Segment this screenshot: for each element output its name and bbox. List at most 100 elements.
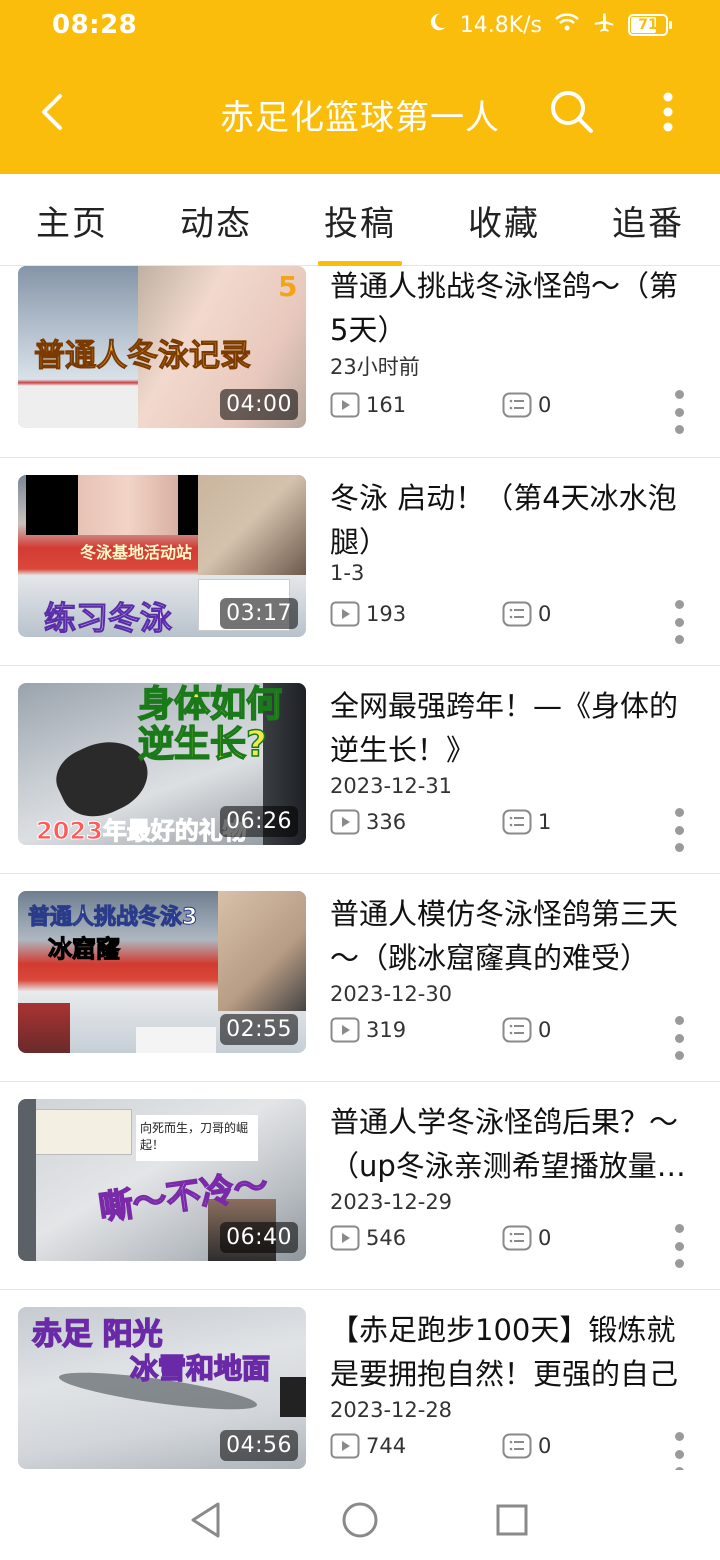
- view-count-value: 336: [366, 810, 407, 834]
- airplane-icon: [592, 11, 616, 39]
- status-icons: 14.8K/s 71: [426, 10, 672, 40]
- search-button[interactable]: [540, 80, 604, 144]
- item-more-button[interactable]: [666, 806, 692, 854]
- list-item[interactable]: 冬泳基地活动站 练习冬泳 03:17 冬泳 启动！（第4天冰水泡腿） 1-3 1…: [0, 458, 720, 666]
- play-count-icon: [330, 1225, 360, 1251]
- thumbnail-caption: 练习冬泳: [43, 599, 173, 638]
- video-thumbnail[interactable]: 赤足 阳光 冰雪和地面 04:56: [18, 1307, 306, 1469]
- list-item[interactable]: 普通人挑战冬泳3 冰窟窿 02:55 普通人模仿冬泳怪鸽第三天～（跳冰窟窿真的难…: [0, 874, 720, 1082]
- back-arrow-icon: [42, 94, 62, 130]
- tab-favorites[interactable]: 收藏: [468, 174, 540, 266]
- more-dot-icon: [674, 1259, 684, 1268]
- video-duration: 04:56: [220, 1430, 298, 1461]
- more-dot-icon: [674, 1051, 684, 1060]
- video-date: 2023-12-28: [330, 1398, 453, 1422]
- thumbnail-subcaption: 冰窟窿: [48, 935, 121, 964]
- view-count-value: 161: [366, 393, 407, 417]
- battery-level: 71: [638, 17, 658, 33]
- video-thumbnail[interactable]: 身体如何逆生长? 2023年最好的礼物 06:26: [18, 683, 306, 845]
- video-title[interactable]: 普通人学冬泳怪鸽后果？～（up冬泳亲测希望播放量高点）: [330, 1100, 692, 1188]
- video-title[interactable]: 全网最强跨年！—《身体的逆生长！》: [330, 684, 692, 772]
- more-dot-icon: [674, 635, 684, 644]
- item-more-button[interactable]: [666, 1222, 692, 1270]
- video-thumbnail[interactable]: 普通人冬泳记录 5 04:00: [18, 266, 306, 428]
- view-count: 161: [330, 392, 406, 418]
- thumbnail-caption: 普通人挑战冬泳3: [27, 905, 198, 931]
- play-count-icon: [330, 809, 360, 835]
- list-item[interactable]: 赤足 阳光 冰雪和地面 04:56 【赤足跑步100天】锻炼就是要拥抱自然！更强…: [0, 1290, 720, 1470]
- video-title[interactable]: 【赤足跑步100天】锻炼就是要拥抱自然！更强的自己: [330, 1308, 692, 1396]
- more-dot-icon: [674, 600, 684, 609]
- moon-icon: [426, 11, 448, 39]
- more-dot-icon: [674, 390, 684, 399]
- video-duration: 06:26: [220, 806, 298, 837]
- item-more-button[interactable]: [666, 1430, 692, 1470]
- comment-icon: [502, 601, 532, 627]
- nav-recents-button[interactable]: [488, 1496, 536, 1544]
- thumbnail-banner: 冬泳基地活动站: [80, 543, 193, 562]
- video-thumbnail[interactable]: 冬泳基地活动站 练习冬泳 03:17: [18, 475, 306, 637]
- comment-count-value: 0: [538, 602, 552, 626]
- comment-icon: [502, 1225, 532, 1251]
- list-item[interactable]: 向死而生，刀哥的崛起！ 嘶～不冷～ 06:40 普通人学冬泳怪鸽后果？～（up冬…: [0, 1082, 720, 1290]
- thumbnail-caption: 身体如何逆生长?: [137, 684, 283, 766]
- more-dot-icon: [674, 808, 684, 817]
- comment-icon: [502, 392, 532, 418]
- more-options-button[interactable]: [642, 80, 694, 144]
- more-vertical-icon: [663, 92, 673, 132]
- more-dot-icon: [674, 1224, 684, 1233]
- video-thumbnail[interactable]: 普通人挑战冬泳3 冰窟窿 02:55: [18, 891, 306, 1053]
- play-count-icon: [330, 601, 360, 627]
- list-item[interactable]: 身体如何逆生长? 2023年最好的礼物 06:26 全网最强跨年！—《身体的逆生…: [0, 666, 720, 874]
- comment-icon: [502, 809, 532, 835]
- comment-count: 0: [502, 1225, 551, 1251]
- nav-back-button[interactable]: [182, 1496, 230, 1544]
- wifi-icon: [554, 11, 580, 39]
- play-count-icon: [330, 1017, 360, 1043]
- view-count-value: 193: [366, 602, 407, 626]
- comment-count-value: 0: [538, 393, 552, 417]
- nav-home-button[interactable]: [336, 1496, 384, 1544]
- video-thumbnail[interactable]: 向死而生，刀哥的崛起！ 嘶～不冷～ 06:40: [18, 1099, 306, 1261]
- tab-bangumi[interactable]: 追番: [612, 174, 684, 266]
- item-more-button[interactable]: [666, 388, 692, 436]
- status-time: 08:28: [52, 10, 138, 40]
- item-more-button[interactable]: [666, 1014, 692, 1062]
- comment-count: 0: [502, 601, 551, 627]
- play-count-icon: [330, 1433, 360, 1459]
- thumbnail-caption: 普通人冬泳记录: [34, 338, 252, 375]
- battery-icon: 71: [628, 14, 672, 36]
- comment-count-value: 0: [538, 1018, 552, 1042]
- video-date: 1-3: [330, 561, 365, 585]
- video-title[interactable]: 冬泳 启动！（第4天冰水泡腿）: [330, 476, 692, 564]
- comment-count-value: 1: [538, 810, 552, 834]
- app-bar: 赤足化篮球第一人: [0, 60, 720, 164]
- more-dot-icon: [674, 1432, 684, 1441]
- thumbnail-subcaption: 2023年最好的礼物: [36, 817, 248, 846]
- play-count-icon: [330, 392, 360, 418]
- search-icon: [551, 91, 593, 133]
- video-title[interactable]: 普通人挑战冬泳怪鸽～（第5天）: [330, 266, 692, 352]
- thumbnail-subcaption: 冰雪和地面: [129, 1351, 271, 1386]
- video-duration: 02:55: [220, 1014, 298, 1045]
- tab-uploads[interactable]: 投稿: [318, 174, 402, 266]
- list-item[interactable]: 普通人冬泳记录 5 04:00 普通人挑战冬泳怪鸽～（第5天） 23小时前 16…: [0, 266, 720, 458]
- video-duration: 03:17: [220, 598, 298, 629]
- home-circle-icon: [342, 1502, 378, 1538]
- tab-home[interactable]: 主页: [36, 174, 108, 266]
- video-duration: 06:40: [220, 1222, 298, 1253]
- video-date: 2023-12-30: [330, 982, 453, 1006]
- video-list: 普通人冬泳记录 5 04:00 普通人挑战冬泳怪鸽～（第5天） 23小时前 16…: [0, 266, 720, 1470]
- back-button[interactable]: [22, 82, 82, 142]
- view-count: 336: [330, 809, 406, 835]
- item-more-button[interactable]: [666, 598, 692, 646]
- video-date: 2023-12-31: [330, 774, 453, 798]
- more-dot-icon: [674, 1033, 684, 1043]
- more-dot-icon: [674, 1016, 684, 1025]
- tab-bar: 主页 动态 投稿 收藏 追番: [0, 174, 720, 266]
- video-duration: 04:00: [220, 389, 298, 420]
- more-dot-icon: [674, 1449, 684, 1459]
- view-count-value: 319: [366, 1018, 407, 1042]
- video-title[interactable]: 普通人模仿冬泳怪鸽第三天～（跳冰窟窿真的难受）: [330, 892, 692, 980]
- tab-dynamics[interactable]: 动态: [180, 174, 252, 266]
